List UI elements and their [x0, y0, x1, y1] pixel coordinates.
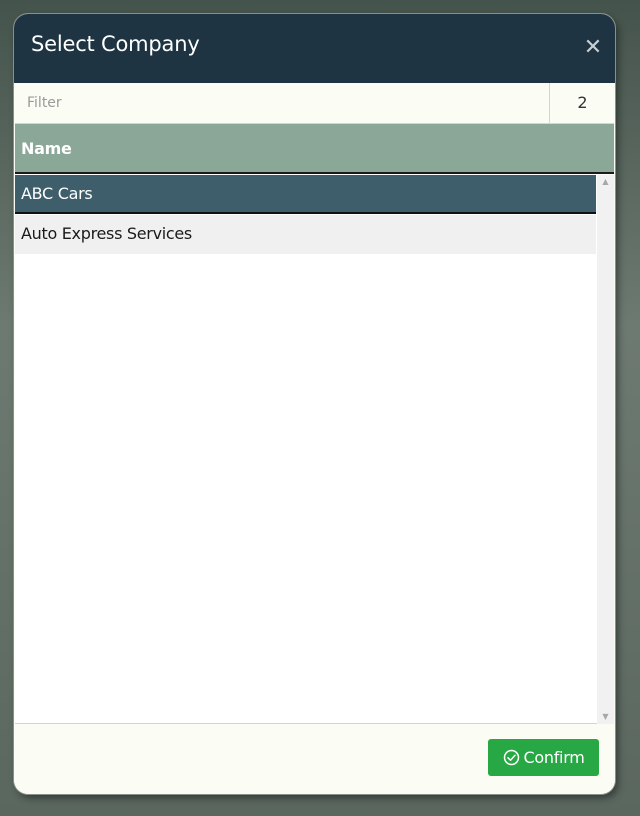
table-header: Name [15, 124, 614, 174]
company-table: Name ABC Cars Auto Express Services ▲ ▼ [15, 124, 614, 724]
column-header-name[interactable]: Name [21, 139, 72, 158]
table-row[interactable]: ABC Cars [15, 175, 596, 214]
dialog-header: Select Company ✕ [14, 14, 615, 83]
dialog-title: Select Company [31, 32, 200, 56]
dialog-footer: Confirm [14, 725, 615, 794]
table-body: ABC Cars Auto Express Services [15, 175, 596, 724]
scroll-down-icon[interactable]: ▼ [597, 710, 614, 724]
table-row[interactable]: Auto Express Services [15, 215, 596, 254]
filter-input[interactable] [15, 83, 550, 123]
confirm-button[interactable]: Confirm [488, 739, 599, 776]
close-icon[interactable]: ✕ [583, 37, 603, 59]
scroll-up-icon[interactable]: ▲ [597, 175, 614, 189]
confirm-label: Confirm [523, 748, 585, 767]
select-company-dialog: Select Company ✕ 2 Name ABC Cars Auto Ex… [14, 14, 615, 794]
check-circle-icon [503, 749, 520, 766]
result-count: 2 [577, 93, 588, 112]
filter-bar: 2 [15, 83, 614, 124]
vertical-scrollbar[interactable]: ▲ ▼ [597, 175, 614, 724]
